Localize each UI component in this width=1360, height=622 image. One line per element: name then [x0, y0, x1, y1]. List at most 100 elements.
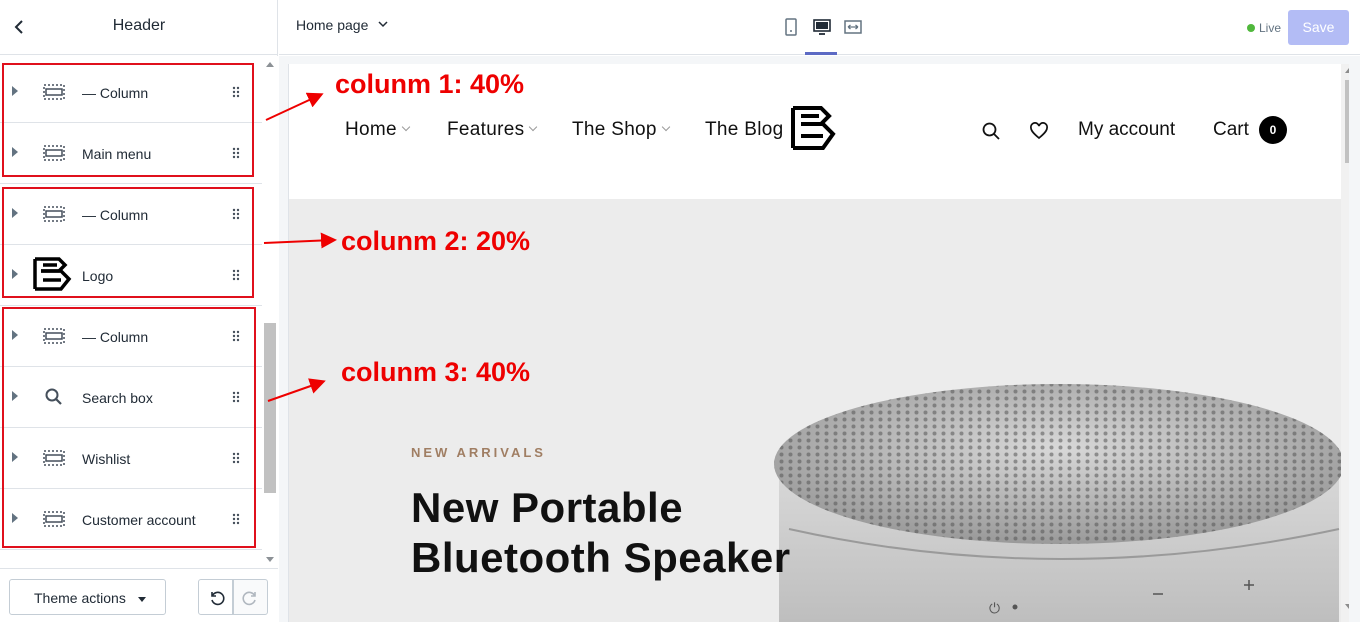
chevron-down-icon	[378, 21, 388, 28]
store-logo[interactable]	[789, 102, 839, 160]
nav-the-blog[interactable]: The Blog	[705, 119, 783, 141]
desktop-icon[interactable]	[812, 17, 832, 37]
sidebar-header: Header	[0, 0, 278, 55]
drag-handle-icon[interactable]	[232, 513, 240, 525]
expand-caret-icon[interactable]	[12, 513, 18, 523]
theme-editor: Header — Column Main menu — Column Logo …	[0, 0, 1360, 622]
block-label: — Column	[82, 85, 149, 101]
scroll-up-arrow-icon[interactable]	[266, 62, 274, 67]
block-label: Main menu	[82, 146, 152, 162]
svg-text:⏻: ⏻	[989, 601, 1000, 617]
section-block-icon	[43, 206, 65, 222]
nav-home-label: Home	[345, 119, 397, 140]
fullscreen-icon[interactable]	[843, 17, 863, 37]
block-row-main-menu[interactable]: Main menu	[0, 123, 262, 184]
expand-caret-icon[interactable]	[12, 269, 18, 279]
section-block-icon	[43, 450, 65, 466]
nav-the-blog-label: The Blog	[705, 119, 784, 140]
section-block-icon	[43, 84, 65, 100]
dropdown-caret-icon	[138, 597, 146, 602]
nav-home[interactable]: Home	[345, 119, 411, 141]
hero-title-line-2: Bluetooth Speaker	[411, 534, 791, 581]
drag-handle-icon[interactable]	[232, 269, 240, 281]
drag-handle-icon[interactable]	[232, 208, 240, 220]
speaker-image: ⏻	[774, 384, 1344, 622]
scroll-up-arrow-icon[interactable]	[1345, 68, 1349, 73]
logo-thumbnail-icon	[31, 253, 75, 297]
save-button[interactable]: Save	[1288, 10, 1349, 45]
page-selector-label: Home page	[296, 17, 369, 33]
expand-caret-icon[interactable]	[12, 391, 18, 401]
block-label: Search box	[82, 390, 153, 406]
chevron-down-icon	[401, 122, 411, 132]
expand-caret-icon[interactable]	[12, 208, 18, 218]
hero-title: New Portable Bluetooth Speaker	[411, 483, 791, 583]
live-dot-icon	[1247, 24, 1255, 32]
sidebar: Header — Column Main menu — Column Logo …	[0, 0, 278, 622]
redo-button[interactable]	[233, 579, 268, 615]
drag-handle-icon[interactable]	[232, 147, 240, 159]
nav-features-label: Features	[447, 119, 525, 140]
hero-title-line-1: New Portable	[411, 484, 684, 531]
block-row-column-3[interactable]: — Column	[0, 306, 262, 367]
theme-actions-button[interactable]: Theme actions	[9, 579, 166, 615]
cart-count-badge: 0	[1259, 116, 1287, 144]
sidebar-scroll-thumb[interactable]	[264, 323, 276, 493]
section-block-icon	[43, 145, 65, 161]
nav-features[interactable]: Features	[447, 119, 538, 141]
block-row-column-1[interactable]: — Column	[0, 62, 262, 123]
undo-icon	[211, 591, 225, 606]
mobile-icon[interactable]	[781, 17, 801, 37]
live-status: Live	[1247, 21, 1281, 35]
annotation-column-1: colunm 1: 40%	[335, 69, 525, 99]
expand-caret-icon[interactable]	[12, 147, 18, 157]
wishlist-heart-icon[interactable]	[1029, 121, 1049, 141]
nav-the-shop[interactable]: The Shop	[572, 119, 671, 141]
block-row-customer-account[interactable]: Customer account	[0, 489, 262, 550]
section-block-icon	[43, 328, 65, 344]
undo-button[interactable]	[198, 579, 233, 615]
search-icon	[45, 388, 62, 405]
block-label: Customer account	[82, 512, 196, 528]
chevron-down-icon	[661, 122, 671, 132]
block-label: Logo	[82, 268, 114, 284]
preview-scroll-thumb[interactable]	[1345, 80, 1349, 163]
drag-handle-icon[interactable]	[232, 391, 240, 403]
expand-caret-icon[interactable]	[12, 452, 18, 462]
annotation-column-2: colunm 2: 20%	[341, 226, 531, 256]
redo-icon	[242, 591, 256, 606]
hero-banner: ⏻ NEW ARRIVALS New Portable Bluetooth Sp…	[289, 199, 1344, 622]
expand-caret-icon[interactable]	[12, 86, 18, 96]
preview-area: Home Features The Shop The Blog My accou…	[279, 56, 1360, 622]
chevron-down-icon	[529, 122, 538, 132]
store-preview[interactable]: Home Features The Shop The Blog My accou…	[288, 64, 1349, 622]
preview-scrollbar[interactable]	[1341, 64, 1349, 622]
block-label: — Column	[82, 207, 149, 223]
drag-handle-icon[interactable]	[232, 86, 240, 98]
block-row-column-2[interactable]: — Column	[0, 184, 262, 245]
cart-link[interactable]: Cart	[1213, 119, 1249, 141]
block-row-logo[interactable]: Logo	[0, 245, 262, 306]
drag-handle-icon[interactable]	[232, 330, 240, 342]
block-row-wishlist[interactable]: Wishlist	[0, 428, 262, 489]
block-list: — Column Main menu — Column Logo — Colum…	[0, 62, 262, 550]
live-label: Live	[1259, 21, 1282, 35]
scroll-down-arrow-icon[interactable]	[1345, 604, 1349, 609]
expand-caret-icon[interactable]	[12, 330, 18, 340]
drag-handle-icon[interactable]	[232, 452, 240, 464]
section-block-icon	[43, 511, 65, 527]
editor-topbar: Home page Live Save	[279, 0, 1360, 55]
active-device-indicator	[805, 52, 837, 55]
theme-actions-label: Theme actions	[34, 590, 126, 606]
annotation-column-3: colunm 3: 40%	[341, 357, 531, 387]
hero-tag: NEW ARRIVALS	[411, 445, 546, 460]
page-selector[interactable]: Home page	[296, 17, 388, 33]
block-row-search-box[interactable]: Search box	[0, 367, 262, 428]
my-account-link[interactable]: My account	[1078, 119, 1175, 141]
scroll-down-arrow-icon[interactable]	[266, 557, 274, 562]
nav-the-shop-label: The Shop	[572, 119, 657, 140]
sidebar-title: Header	[112, 17, 166, 34]
sidebar-footer: Theme actions	[0, 568, 278, 622]
block-label: — Column	[82, 329, 149, 345]
header-search-icon[interactable]	[981, 121, 1001, 141]
